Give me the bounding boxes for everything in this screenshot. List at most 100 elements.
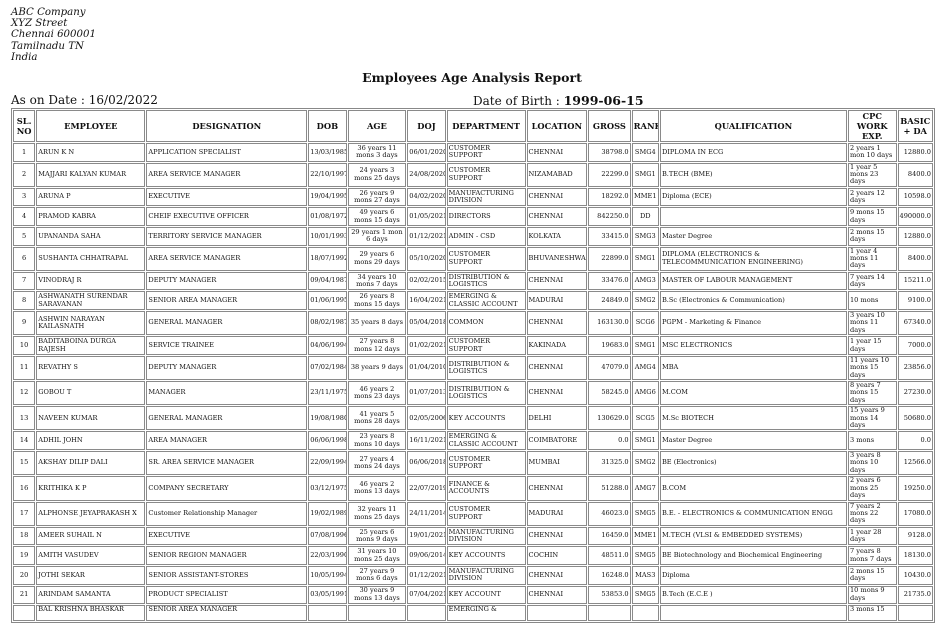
cell-cpc-work-exp: 1 year 28 days: [847, 526, 897, 546]
cell-designation: SERVICE TRAINEE: [146, 336, 308, 355]
cell-rank: MAS3: [631, 565, 659, 585]
table-row: 19 AMITH VASUDEV SENIOR REGION MANAGER 22/0…: [13, 546, 933, 565]
company-state: Tamilnadu TN: [11, 40, 84, 52]
cell-qualification: DIPLOMA IN ECG: [659, 143, 847, 162]
cell-dob: 07/02/1984: [308, 355, 347, 381]
cell-location: CHENNAI: [526, 381, 588, 406]
cell-sl-no: 13: [13, 406, 36, 431]
cell-designation: CHEIF EXECUTIVE OFFICER: [146, 207, 308, 226]
cell-employee: ADHIL JOHN: [36, 431, 146, 451]
cell-department: DISTRIBUTION & LOGISTICS: [446, 355, 526, 381]
cell-sl-no: 20: [13, 565, 36, 585]
cell-qualification: [659, 605, 847, 622]
cell-gross: 51288.0: [588, 476, 631, 501]
cell-basic-da: 9128.0: [897, 526, 933, 546]
cell-dob: 01/08/1972: [308, 207, 347, 226]
cell-cpc-work-exp: 10 mons 9 days: [847, 585, 897, 605]
cell-department: CUSTOMER SUPPORT: [446, 451, 526, 476]
cell-rank: SMG1: [631, 246, 659, 271]
company-city: Chennai 600001: [11, 29, 96, 41]
cell-location: MUMBAI: [526, 451, 588, 476]
cell-basic-da: 17080.0: [897, 501, 933, 526]
cell-sl-no: 14: [13, 431, 36, 451]
cell-rank: SMG2: [631, 291, 659, 310]
cell-designation: AREA MANAGER: [146, 431, 308, 451]
cell-basic-da: 12880.0: [897, 227, 933, 246]
cell-cpc-work-exp: 2 years 6 mons 25 days: [847, 476, 897, 501]
cell-location: COCHIN: [526, 546, 588, 565]
cell-doj: 06/06/2018: [407, 451, 446, 476]
cell-sl-no: 1: [13, 143, 36, 162]
cell-location: CHENNAI: [526, 526, 588, 546]
cell-basic-da: 8400.0: [897, 162, 933, 187]
cell-sl-no: 16: [13, 476, 36, 501]
cell-department: KEY ACCOUNTS: [446, 546, 526, 565]
date-of-birth-filter: Date of Birth : 1999-06-15: [473, 93, 644, 108]
cell-designation: DEPUTY MANAGER: [146, 271, 308, 291]
cell-age: 29 years 1 mon 6 days: [347, 227, 407, 246]
cell-dob: 09/04/1987: [308, 271, 347, 291]
header-dob: DOB: [308, 110, 347, 142]
dob-label: Date of Birth :: [473, 94, 564, 108]
cell-sl-no: [13, 605, 36, 622]
cell-doj: 16/11/2021: [407, 431, 446, 451]
cell-employee: MAJJARI KALYAN KUMAR: [36, 162, 146, 187]
cell-gross: 31325.0: [588, 451, 631, 476]
header-rank: RANK: [631, 110, 659, 142]
cell-gross: 24849.0: [588, 291, 631, 310]
cell-age: 23 years 8 mons 10 days: [347, 431, 407, 451]
cell-basic-da: 19250.0: [897, 476, 933, 501]
cell-designation: COMPANY SECRETARY: [146, 476, 308, 501]
cell-dob: 19/08/1980: [308, 406, 347, 431]
cell-designation: SENIOR REGION MANAGER: [146, 546, 308, 565]
table-row: 6 SUSHANTA CHHATRAPAL AREA SERVICE MANAGER…: [13, 246, 933, 271]
cell-designation: EXECUTIVE: [146, 526, 308, 546]
cell-location: CHENNAI: [526, 143, 588, 162]
cell-cpc-work-exp: 2 years 12 days: [847, 187, 897, 207]
cell-employee: BADITABOINA DURGA RAJESH: [36, 336, 146, 355]
cell-designation: AREA SERVICE MANAGER: [146, 246, 308, 271]
cell-designation: TERRITORY SERVICE MANAGER: [146, 227, 308, 246]
cell-designation: Customer Relationship Manager: [146, 501, 308, 526]
cell-dob: 19/02/1989: [308, 501, 347, 526]
cell-basic-da: 490000.0: [897, 207, 933, 226]
cell-cpc-work-exp: 3 mons 15: [847, 605, 897, 622]
cell-location: MADURAI: [526, 291, 588, 310]
cell-cpc-work-exp: 1 year 4 mons 11 days: [847, 246, 897, 271]
cell-basic-da: 67340.0: [897, 311, 933, 336]
cell-doj: 01/12/2021: [407, 227, 446, 246]
cell-cpc-work-exp: 1 year 5 mons 23 days: [847, 162, 897, 187]
table-row: BAL KRISHNA BHASKAR SENIOR AREA MANAGER EM…: [13, 605, 933, 622]
table-row: 7 VINODRAJ R DEPUTY MANAGER 09/04/1987 34 ye…: [13, 271, 933, 291]
cell-designation: MANAGER: [146, 381, 308, 406]
cell-cpc-work-exp: 7 years 14 days: [847, 271, 897, 291]
cell-dob: 22/03/1990: [308, 546, 347, 565]
cell-department: MANUFACTURING DIVISION: [446, 187, 526, 207]
cell-sl-no: 2: [13, 162, 36, 187]
cell-cpc-work-exp: 15 years 9 mons 14 days: [847, 406, 897, 431]
cell-dob: 22/10/1997: [308, 162, 347, 187]
cell-doj: 09/06/2014: [407, 546, 446, 565]
cell-qualification: B.E. - ELECTRONICS & COMMUNICATION ENGG: [659, 501, 847, 526]
cell-rank: SMG5: [631, 546, 659, 565]
cell-dob: 19/04/1995: [308, 187, 347, 207]
cell-department: CUSTOMER SUPPORT: [446, 143, 526, 162]
cell-basic-da: 12566.0: [897, 451, 933, 476]
cell-age: 36 years 11 mons 3 days: [347, 143, 407, 162]
cell-gross: 38798.0: [588, 143, 631, 162]
cell-department: MANUFACTURING DIVISION: [446, 526, 526, 546]
header-department: DEPARTMENT: [446, 110, 526, 142]
cell-department: DISTRIBUTION & LOGISTICS: [446, 381, 526, 406]
cell-employee: NAVEEN KUMAR: [36, 406, 146, 431]
header-location: LOCATION: [526, 110, 588, 142]
cell-qualification: BE Biotechnology and Biochemical Enginee…: [659, 546, 847, 565]
cell-doj: 05/04/2018: [407, 311, 446, 336]
cell-designation: EXECUTIVE: [146, 187, 308, 207]
header-employee: EMPLOYEE: [36, 110, 146, 142]
cell-gross: 33476.0: [588, 271, 631, 291]
company-address: ABC Company XYZ Street Chennai 600001 Ta…: [11, 7, 96, 63]
cell-rank: AMG6: [631, 381, 659, 406]
cell-age: 49 years 6 mons 15 days: [347, 207, 407, 226]
cell-designation: AREA SERVICE MANAGER: [146, 162, 308, 187]
header-sl-no: SL. NO: [13, 110, 36, 142]
